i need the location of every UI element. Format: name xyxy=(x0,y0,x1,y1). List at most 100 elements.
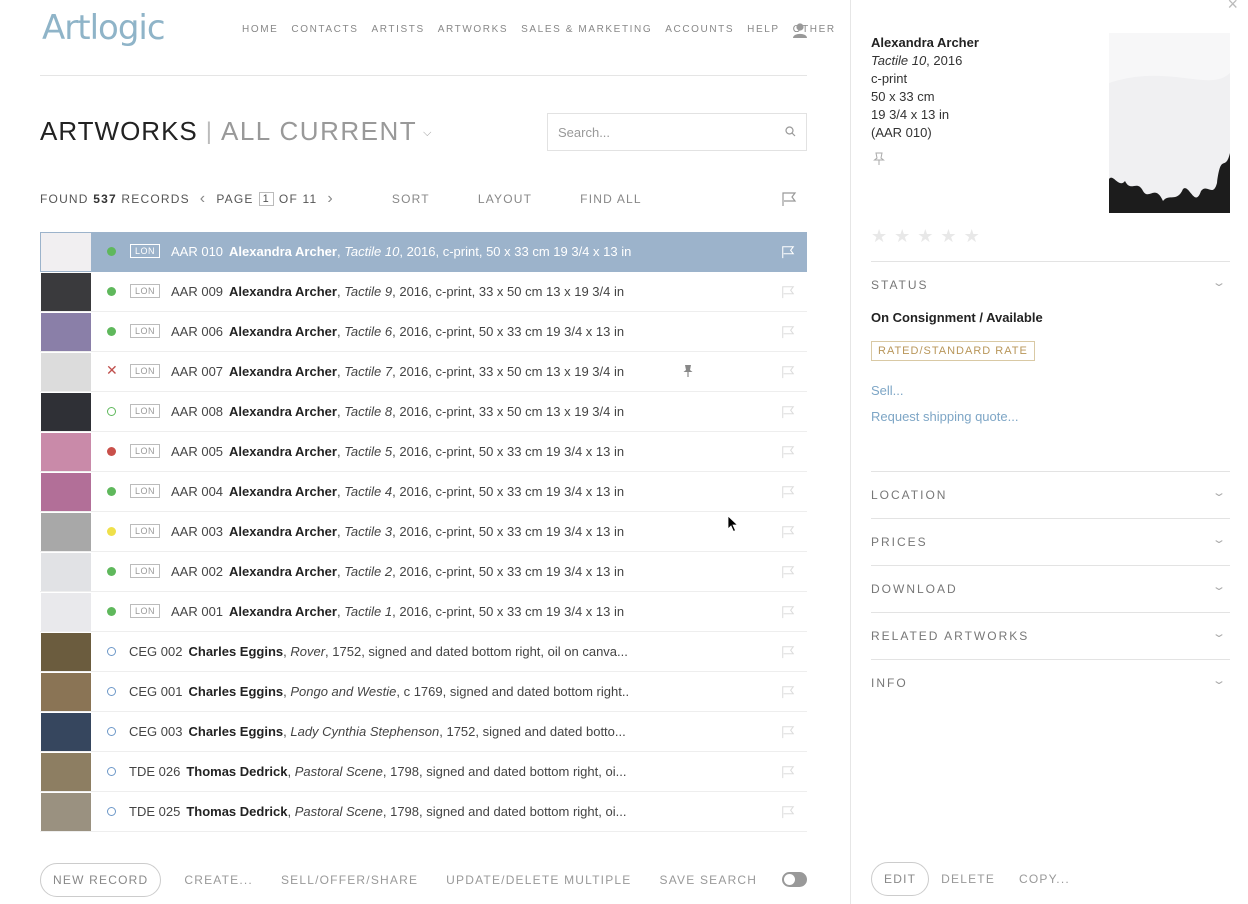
close-icon[interactable]: × xyxy=(1227,0,1238,15)
artwork-thumbnail[interactable] xyxy=(41,312,91,351)
star-icon[interactable]: ★ xyxy=(964,226,980,247)
artwork-thumbnail[interactable] xyxy=(41,552,91,591)
artwork-row[interactable]: ✕ LON AAR 007 Alexandra Archer, Tactile 7, … xyxy=(40,352,807,392)
artwork-row[interactable]: CEG 001 Charles Eggins, Pongo and Westie,… xyxy=(40,672,807,712)
section-prices[interactable]: PRICES ⌄ xyxy=(871,533,1230,549)
page-number-input[interactable]: 1 xyxy=(258,192,274,206)
flag-icon[interactable] xyxy=(781,325,795,339)
flag-icon[interactable] xyxy=(781,405,795,419)
artwork-thumbnail[interactable] xyxy=(41,712,91,751)
artwork-row-text[interactable]: AAR 002 Alexandra Archer, Tactile 2, 2016… xyxy=(171,564,624,579)
find-all-button[interactable]: FIND ALL xyxy=(580,192,642,206)
artwork-row[interactable]: LON AAR 008 Alexandra Archer, Tactile 8, 2… xyxy=(40,392,807,432)
artwork-thumbnail[interactable] xyxy=(41,632,91,671)
flag-icon[interactable] xyxy=(781,445,795,459)
chevron-down-icon[interactable]: ⌄ xyxy=(1211,580,1229,593)
artwork-row-text[interactable]: TDE 026 Thomas Dedrick, Pastoral Scene, 1… xyxy=(129,764,626,779)
nav-contacts[interactable]: CONTACTS xyxy=(291,24,358,35)
nav-help[interactable]: HELP xyxy=(747,24,780,35)
artwork-thumbnail[interactable] xyxy=(41,272,91,311)
view-selector[interactable]: ALL CURRENT xyxy=(221,116,417,147)
star-icon[interactable]: ★ xyxy=(940,226,956,247)
flag-icon[interactable] xyxy=(781,525,795,539)
artwork-row[interactable]: LON AAR 009 Alexandra Archer, Tactile 9, 2… xyxy=(40,272,807,312)
pin-icon[interactable] xyxy=(873,152,885,166)
artwork-thumbnail[interactable] xyxy=(41,472,91,511)
artwork-row[interactable]: LON AAR 004 Alexandra Archer, Tactile 4, 2… xyxy=(40,472,807,512)
sort-button[interactable]: SORT xyxy=(392,192,430,206)
section-download[interactable]: DOWNLOAD ⌄ xyxy=(871,580,1230,596)
artwork-row[interactable]: LON AAR 003 Alexandra Archer, Tactile 3, 2… xyxy=(40,512,807,552)
artwork-row-text[interactable]: TDE 025 Thomas Dedrick, Pastoral Scene, 1… xyxy=(129,804,626,819)
artwork-row-text[interactable]: AAR 005 Alexandra Archer, Tactile 5, 2016… xyxy=(171,444,624,459)
search-icon[interactable] xyxy=(785,126,796,137)
section-info[interactable]: INFO ⌄ xyxy=(871,674,1230,690)
chevron-down-icon[interactable]: ⌵ xyxy=(423,127,432,140)
chevron-down-icon[interactable]: ⌄ xyxy=(1211,276,1229,289)
nav-sales-marketing[interactable]: SALES & MARKETING xyxy=(521,24,652,35)
artwork-row[interactable]: LON AAR 001 Alexandra Archer, Tactile 1, 2… xyxy=(40,592,807,632)
artwork-thumbnail[interactable] xyxy=(41,232,91,271)
shipping-quote-link[interactable]: Request shipping quote... xyxy=(871,409,1018,424)
view-toggle[interactable] xyxy=(782,872,807,887)
artwork-thumbnail[interactable] xyxy=(41,672,91,711)
prev-page-icon[interactable]: ‹ xyxy=(200,191,207,207)
artwork-thumbnail[interactable] xyxy=(41,352,91,391)
artwork-row-text[interactable]: AAR 001 Alexandra Archer, Tactile 1, 2016… xyxy=(171,604,624,619)
artwork-row-text[interactable]: CEG 001 Charles Eggins, Pongo and Westie,… xyxy=(129,684,629,699)
flag-icon[interactable] xyxy=(781,191,797,207)
star-icon[interactable]: ★ xyxy=(917,226,933,247)
artwork-row[interactable]: CEG 003 Charles Eggins, Lady Cynthia Step… xyxy=(40,712,807,752)
artwork-thumbnail[interactable] xyxy=(41,592,91,631)
section-related-artworks[interactable]: RELATED ARTWORKS ⌄ xyxy=(871,628,1230,643)
chevron-down-icon[interactable]: ⌄ xyxy=(1211,674,1229,687)
artwork-row-text[interactable]: AAR 004 Alexandra Archer, Tactile 4, 2016… xyxy=(171,484,624,499)
save-search-button[interactable]: SAVE SEARCH xyxy=(660,873,758,887)
edit-button[interactable]: EDIT xyxy=(871,862,930,896)
artwork-row[interactable]: LON AAR 005 Alexandra Archer, Tactile 5, 2… xyxy=(40,432,807,472)
flag-icon[interactable] xyxy=(781,805,795,819)
artwork-row[interactable]: LON AAR 006 Alexandra Archer, Tactile 6, 2… xyxy=(40,312,807,352)
artwork-row-text[interactable]: AAR 006 Alexandra Archer, Tactile 6, 2016… xyxy=(171,324,624,339)
copy-button[interactable]: COPY... xyxy=(1019,872,1070,886)
artwork-row[interactable]: LON AAR 002 Alexandra Archer, Tactile 2, 2… xyxy=(40,552,807,592)
artwork-thumbnail[interactable] xyxy=(41,392,91,431)
chevron-down-icon[interactable]: ⌄ xyxy=(1211,486,1229,499)
artwork-row[interactable]: TDE 025 Thomas Dedrick, Pastoral Scene, 1… xyxy=(40,792,807,832)
artwork-row-text[interactable]: AAR 007 Alexandra Archer, Tactile 7, 2016… xyxy=(171,364,624,379)
sell-offer-share-button[interactable]: SELL/OFFER/SHARE xyxy=(281,873,418,887)
flag-icon[interactable] xyxy=(781,565,795,579)
artwork-row-text[interactable]: AAR 003 Alexandra Archer, Tactile 3, 2016… xyxy=(171,524,624,539)
detail-artist[interactable]: Alexandra Archer xyxy=(871,34,979,52)
flag-icon[interactable] xyxy=(781,685,795,699)
artwork-row-text[interactable]: AAR 008 Alexandra Archer, Tactile 8, 2016… xyxy=(171,404,624,419)
update-delete-multiple-button[interactable]: UPDATE/DELETE MULTIPLE xyxy=(446,873,631,887)
pin-icon[interactable] xyxy=(682,364,694,378)
search-input[interactable] xyxy=(548,114,768,150)
flag-icon[interactable] xyxy=(781,365,795,379)
next-page-icon[interactable]: › xyxy=(327,191,334,207)
nav-artworks[interactable]: ARTWORKS xyxy=(438,24,508,35)
rate-badge[interactable]: RATED/STANDARD RATE xyxy=(871,341,1035,361)
star-icon[interactable]: ★ xyxy=(871,226,887,247)
artwork-row-text[interactable]: CEG 003 Charles Eggins, Lady Cynthia Step… xyxy=(129,724,626,739)
chevron-down-icon[interactable]: ⌄ xyxy=(1211,533,1229,546)
nav-home[interactable]: HOME xyxy=(242,24,278,35)
layout-button[interactable]: LAYOUT xyxy=(478,192,532,206)
flag-icon[interactable] xyxy=(781,605,795,619)
nav-accounts[interactable]: ACCOUNTS xyxy=(665,24,734,35)
flag-icon[interactable] xyxy=(781,765,795,779)
artwork-row-text[interactable]: AAR 009 Alexandra Archer, Tactile 9, 2016… xyxy=(171,284,624,299)
star-icon[interactable]: ★ xyxy=(894,226,910,247)
artwork-row-text[interactable]: AAR 010 Alexandra Archer, Tactile 10, 201… xyxy=(171,244,631,259)
artwork-row[interactable]: CEG 002 Charles Eggins, Rover, 1752, sign… xyxy=(40,632,807,672)
section-location[interactable]: LOCATION ⌄ xyxy=(871,486,1230,502)
flag-icon[interactable] xyxy=(781,725,795,739)
artwork-thumbnail[interactable] xyxy=(41,752,91,791)
create-button[interactable]: CREATE... xyxy=(184,873,253,887)
delete-button[interactable]: DELETE xyxy=(941,872,995,886)
flag-icon[interactable] xyxy=(781,485,795,499)
artwork-thumbnail[interactable] xyxy=(41,512,91,551)
artlogic-logo[interactable]: Artlogic xyxy=(42,8,166,48)
artwork-image[interactable] xyxy=(1109,33,1230,213)
